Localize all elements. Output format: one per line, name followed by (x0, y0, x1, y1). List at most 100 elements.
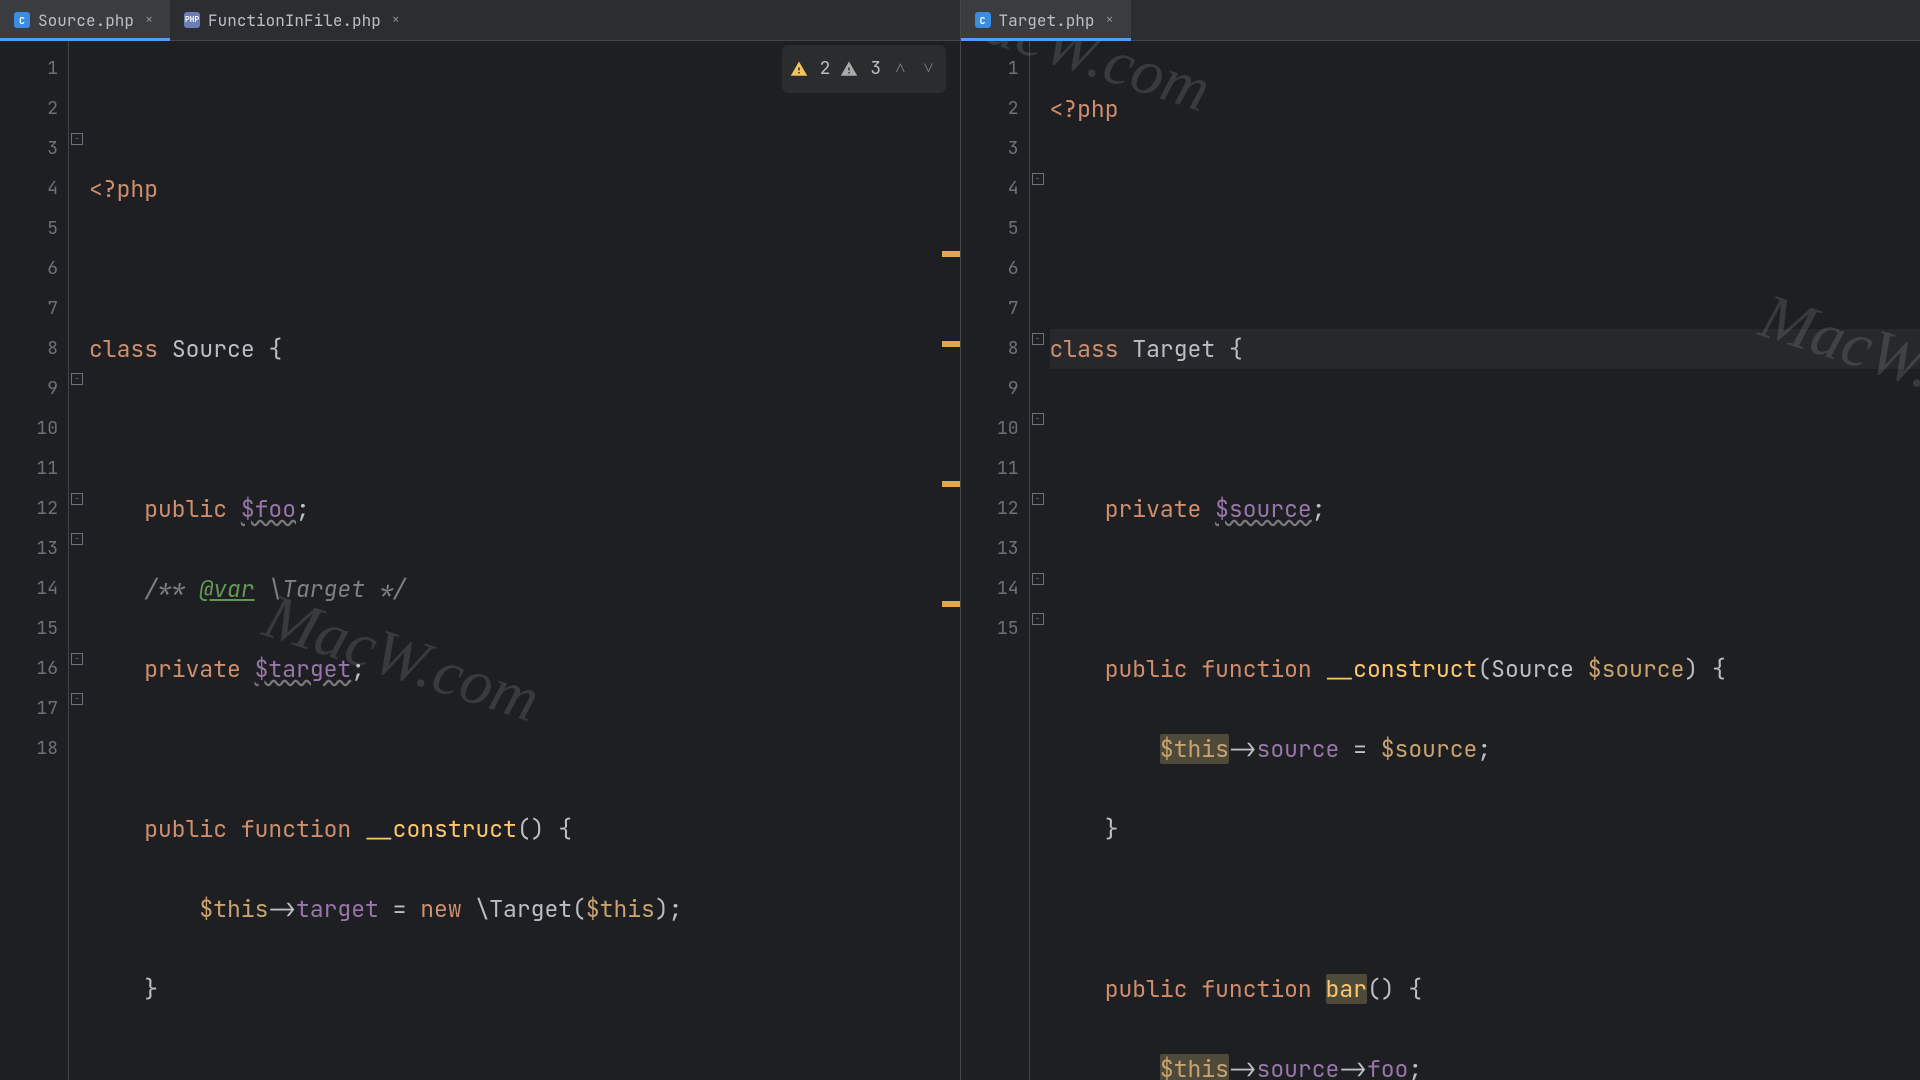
fold-icon[interactable]: - (1032, 573, 1044, 585)
parameter: $source (1588, 654, 1685, 684)
doc-type: \Target (255, 574, 379, 604)
tab-target-php[interactable]: C Target.php × (961, 0, 1131, 40)
line-number: 14 (0, 569, 58, 609)
property: $source (1215, 494, 1312, 524)
next-highlight-icon[interactable]: ˅ (919, 49, 937, 89)
code-token: = (379, 894, 420, 924)
class-ref: \Target( (462, 894, 586, 924)
doc-tag: @var (199, 574, 254, 604)
line-number: 12 (961, 489, 1019, 529)
close-icon[interactable]: × (389, 13, 403, 27)
line-number: 3 (961, 129, 1019, 169)
diff-marker[interactable] (942, 251, 960, 257)
line-number: 4 (961, 169, 1019, 209)
fold-icon[interactable]: - (1032, 493, 1044, 505)
tab-source-php[interactable]: C Source.php × (0, 0, 170, 40)
code-token: { (1215, 334, 1243, 364)
line-number: 7 (0, 289, 58, 329)
fold-icon[interactable]: - (71, 493, 83, 505)
property: $foo (241, 494, 296, 524)
tab-label: Target.php (999, 10, 1095, 31)
class-name: Source (172, 334, 255, 364)
line-number: 6 (0, 249, 58, 289)
fold-icon[interactable]: - (71, 373, 83, 385)
close-icon[interactable]: × (1103, 13, 1117, 27)
line-number: 2 (961, 89, 1019, 129)
code-token: <?php (1050, 94, 1119, 124)
line-number: 13 (961, 529, 1019, 569)
line-number: 5 (0, 209, 58, 249)
weak-warning-icon (840, 60, 858, 78)
doc-comment: */ (379, 574, 407, 604)
function-name: __construct (1326, 654, 1478, 684)
code-token: <?php (89, 174, 158, 204)
fold-icon[interactable]: - (71, 133, 83, 145)
member: target (296, 894, 379, 924)
warning-count: 2 (820, 49, 831, 89)
right-tab-bar: C Target.php × (961, 0, 1920, 41)
code-token: } (144, 974, 158, 1004)
left-code[interactable]: 2 3 ˄ ˅ <?php class Source { public $foo… (83, 41, 960, 1080)
line-number: 5 (961, 209, 1019, 249)
code-token: ); (655, 894, 683, 924)
line-number: 13 (0, 529, 58, 569)
fold-icon[interactable]: - (1032, 173, 1044, 185)
fold-icon[interactable]: - (1032, 413, 1044, 425)
diff-stripe-column (954, 41, 960, 1080)
code-token: private (1105, 494, 1202, 524)
left-editor[interactable]: 1 2 3 4 5 6 7 8 9 10 11 12 13 14 15 16 1… (0, 41, 960, 1080)
code-token: ; (1312, 494, 1326, 524)
type-hint: Source (1491, 654, 1588, 684)
line-number: 17 (0, 689, 58, 729)
code-token: () { (517, 814, 572, 844)
code-token: class (1050, 334, 1119, 364)
code-token: function (1201, 974, 1311, 1004)
code-token: public (1105, 974, 1188, 1004)
line-number: 11 (961, 449, 1019, 489)
this-ref: $this (199, 894, 268, 924)
diff-marker[interactable] (942, 341, 960, 347)
code-token: public (144, 494, 227, 524)
code-token: = (1339, 734, 1380, 764)
fold-icon[interactable]: - (71, 693, 83, 705)
line-number: 10 (961, 409, 1019, 449)
file-icon: C (14, 12, 30, 28)
this-ref: $this (586, 894, 655, 924)
line-number: 9 (961, 369, 1019, 409)
diff-marker[interactable] (942, 601, 960, 607)
code-token: new (420, 894, 461, 924)
code-token: ; (1408, 1054, 1422, 1080)
prev-highlight-icon[interactable]: ˄ (891, 49, 909, 89)
code-token: ) { (1684, 654, 1725, 684)
line-number: 3 (0, 129, 58, 169)
tab-functioninfile-php[interactable]: PHP FunctionInFile.php × (170, 0, 417, 40)
left-tab-bar: C Source.php × PHP FunctionInFile.php × (0, 0, 960, 41)
fold-icon[interactable]: - (71, 653, 83, 665)
code-token: ; (351, 654, 365, 684)
member: source (1257, 734, 1340, 764)
diff-marker[interactable] (942, 481, 960, 487)
line-number: 10 (0, 409, 58, 449)
line-number: 9 (0, 369, 58, 409)
left-gutter: 1 2 3 4 5 6 7 8 9 10 11 12 13 14 15 16 1… (0, 41, 69, 1080)
code-token: ; (1477, 734, 1491, 764)
code-token: public (1105, 654, 1188, 684)
fold-icon[interactable]: - (1032, 333, 1044, 345)
code-token: -> (1339, 1054, 1367, 1080)
fold-icon[interactable]: - (71, 533, 83, 545)
right-editor[interactable]: 1 2 3 4 5 6 7 8 9 10 11 12 13 14 15 - - … (961, 41, 1920, 1080)
code-token: private (144, 654, 241, 684)
fold-icon[interactable]: - (1032, 613, 1044, 625)
close-icon[interactable]: × (142, 13, 156, 27)
code-token: ; (296, 494, 310, 524)
code-token: function (1201, 654, 1311, 684)
file-icon: PHP (184, 12, 200, 28)
inspection-widget[interactable]: 2 3 ˄ ˅ (782, 45, 946, 93)
doc-comment: /** (144, 574, 199, 604)
code-token: -> (1229, 1054, 1257, 1080)
right-code[interactable]: <?php class Target { private $source; pu… (1044, 41, 1920, 1080)
tab-label: FunctionInFile.php (208, 10, 381, 31)
weak-warning-count: 3 (870, 49, 881, 89)
property: $target (255, 654, 352, 684)
code-token: { (255, 334, 283, 364)
